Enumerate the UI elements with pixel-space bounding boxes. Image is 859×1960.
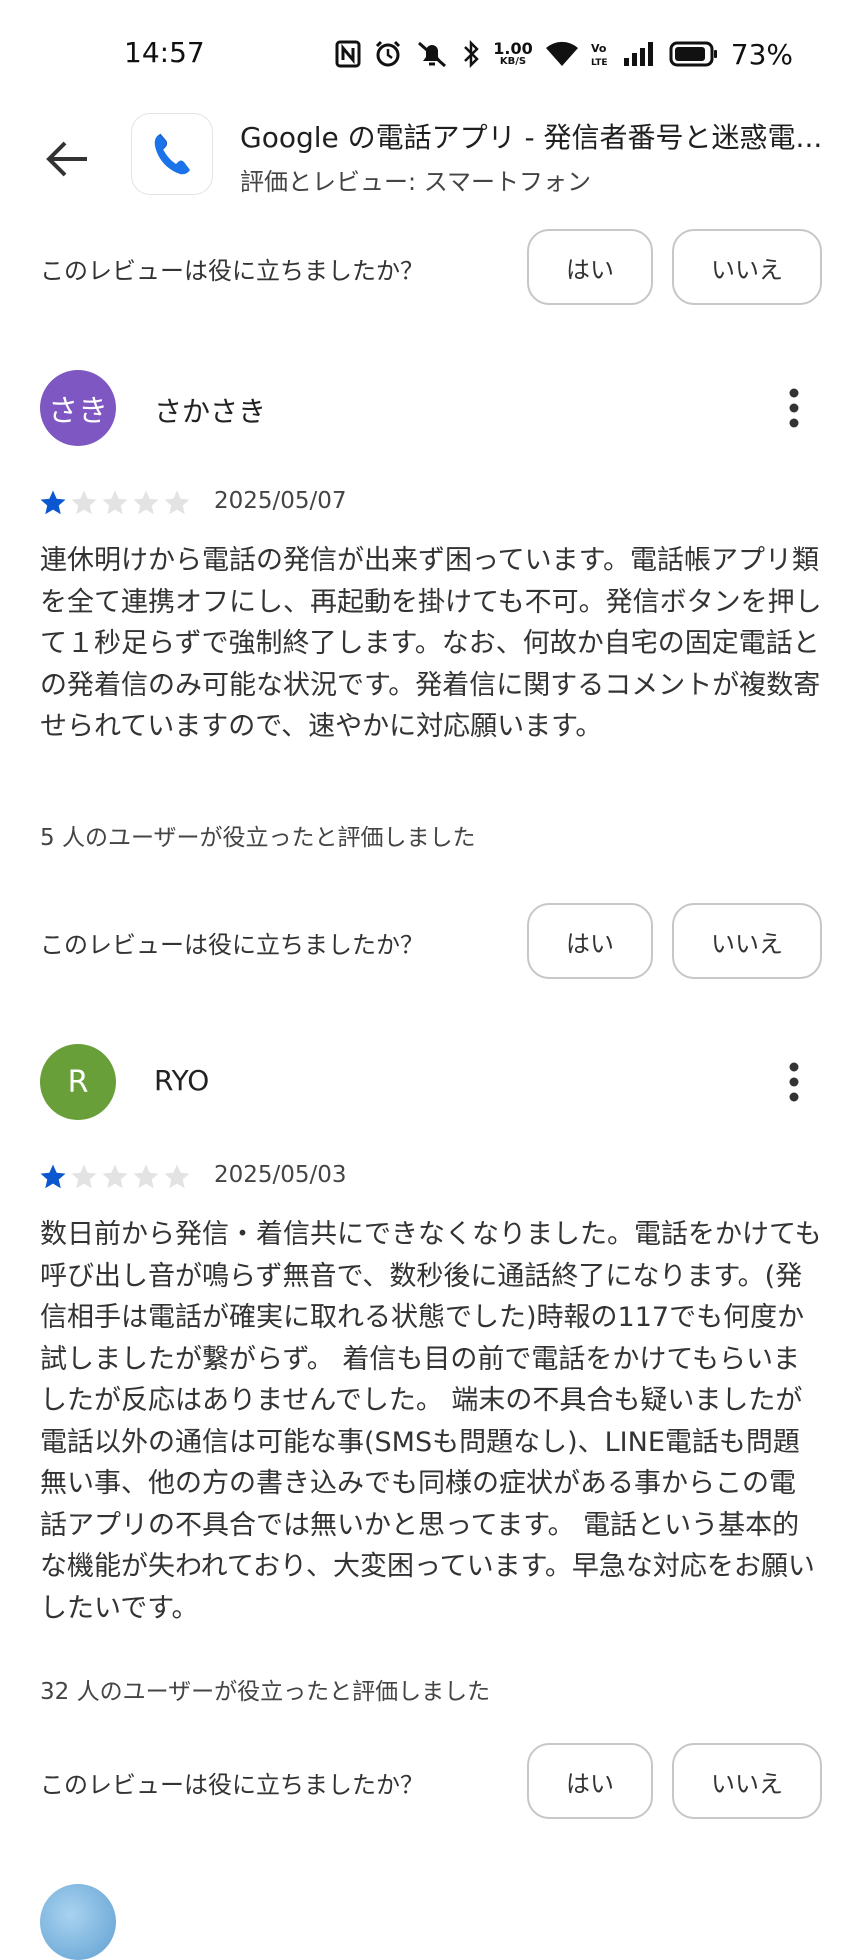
star-empty-icon	[133, 1164, 159, 1189]
star-rating	[38, 488, 192, 518]
helpful-question: このレビューは役に立ちましたか？	[40, 931, 424, 959]
net-speed-value: 1.00	[493, 39, 533, 58]
helpful-prompt: このレビューは役に立ちましたか？ はい いいえ	[0, 1743, 859, 1821]
net-speed-unit: KB/S	[499, 56, 527, 67]
reviewer-name: さかさき	[154, 395, 267, 428]
more-options-button[interactable]	[770, 384, 818, 432]
alarm-icon	[376, 40, 401, 67]
reviewer-name: RYO	[154, 1064, 210, 1097]
star-empty-icon	[133, 490, 159, 515]
wifi-icon	[545, 41, 578, 66]
star-empty-icon	[164, 1164, 190, 1189]
avatar	[40, 1884, 116, 1960]
avatar: R	[40, 1044, 116, 1120]
helpful-yes-button[interactable]: はい	[527, 1743, 653, 1819]
app-icon	[132, 114, 212, 194]
star-empty-icon	[102, 490, 128, 515]
more-options-button[interactable]	[770, 1058, 818, 1106]
review-date: 2025/05/03	[214, 1162, 347, 1188]
bluetooth-icon	[464, 39, 480, 69]
review-text: 連休明けから電話の発信が出来ず困っています。電話帳アプリ類を全て連携オフにし、再…	[40, 545, 822, 742]
battery-icon	[669, 41, 717, 67]
star-filled-icon	[40, 490, 66, 515]
star-empty-icon	[71, 490, 97, 515]
svg-text:Vo: Vo	[591, 42, 607, 55]
status-time: 14:57	[124, 36, 205, 69]
more-vert-icon	[789, 1062, 799, 1102]
helpful-no-button[interactable]: いいえ	[672, 903, 822, 979]
helpful-count: 32 人のユーザーが役立ったと評価しました	[40, 1679, 491, 1705]
review-card: さき さかさき 2025/05/07 連休明けから電話の発信が出来ず困っています…	[0, 370, 859, 851]
signal-icon	[623, 42, 653, 66]
nfc-icon	[335, 40, 361, 68]
arrow-back-icon	[46, 141, 87, 177]
star-empty-icon	[102, 1164, 128, 1189]
status-bar: 14:57 1.00 KB/S Vo LTE 73%	[0, 0, 859, 110]
helpful-count: 5 人のユーザーが役立ったと評価しました	[40, 825, 476, 851]
helpful-yes-button[interactable]: はい	[527, 903, 653, 979]
review-date: 2025/05/07	[214, 488, 347, 514]
review-card: R RYO 2025/05/03 数日前から発信・着信共にできなくなりました。電…	[0, 1044, 859, 1705]
helpful-prompt: このレビューは役に立ちましたか？ はい いいえ	[0, 229, 859, 307]
helpful-question: このレビューは役に立ちましたか？	[40, 1771, 424, 1799]
battery-percent: 73%	[730, 37, 793, 71]
status-icons: 1.00 KB/S Vo LTE 73%	[335, 36, 793, 72]
more-vert-icon	[789, 388, 799, 428]
helpful-question: このレビューは役に立ちましたか？	[40, 257, 424, 285]
page-subtitle: 評価とレビュー: スマートフォン	[240, 168, 591, 196]
back-button[interactable]	[40, 132, 94, 186]
svg-text:LTE: LTE	[591, 58, 608, 68]
helpful-yes-button[interactable]: はい	[527, 229, 653, 305]
star-rating	[38, 1162, 192, 1192]
volte-icon: Vo LTE	[591, 42, 608, 68]
star-empty-icon	[164, 490, 190, 515]
star-filled-icon	[40, 1164, 66, 1189]
mute-icon	[418, 41, 447, 68]
helpful-no-button[interactable]: いいえ	[672, 229, 822, 305]
phone-icon	[154, 133, 190, 175]
helpful-no-button[interactable]: いいえ	[672, 1743, 822, 1819]
app-title: Google の電話アプリ - 発信者番号と迷惑電...	[240, 121, 823, 154]
star-empty-icon	[71, 1164, 97, 1189]
avatar: さき	[40, 370, 116, 446]
helpful-prompt: このレビューは役に立ちましたか？ はい いいえ	[0, 903, 859, 981]
review-text: 数日前から発信・着信共にできなくなりました。電話をかけても呼び出し音が鳴らず無音…	[40, 1219, 822, 1624]
net-speed: 1.00 KB/S	[493, 41, 532, 67]
app-header: Google の電話アプリ - 発信者番号と迷惑電... 評価とレビュー: スマ…	[0, 110, 859, 220]
